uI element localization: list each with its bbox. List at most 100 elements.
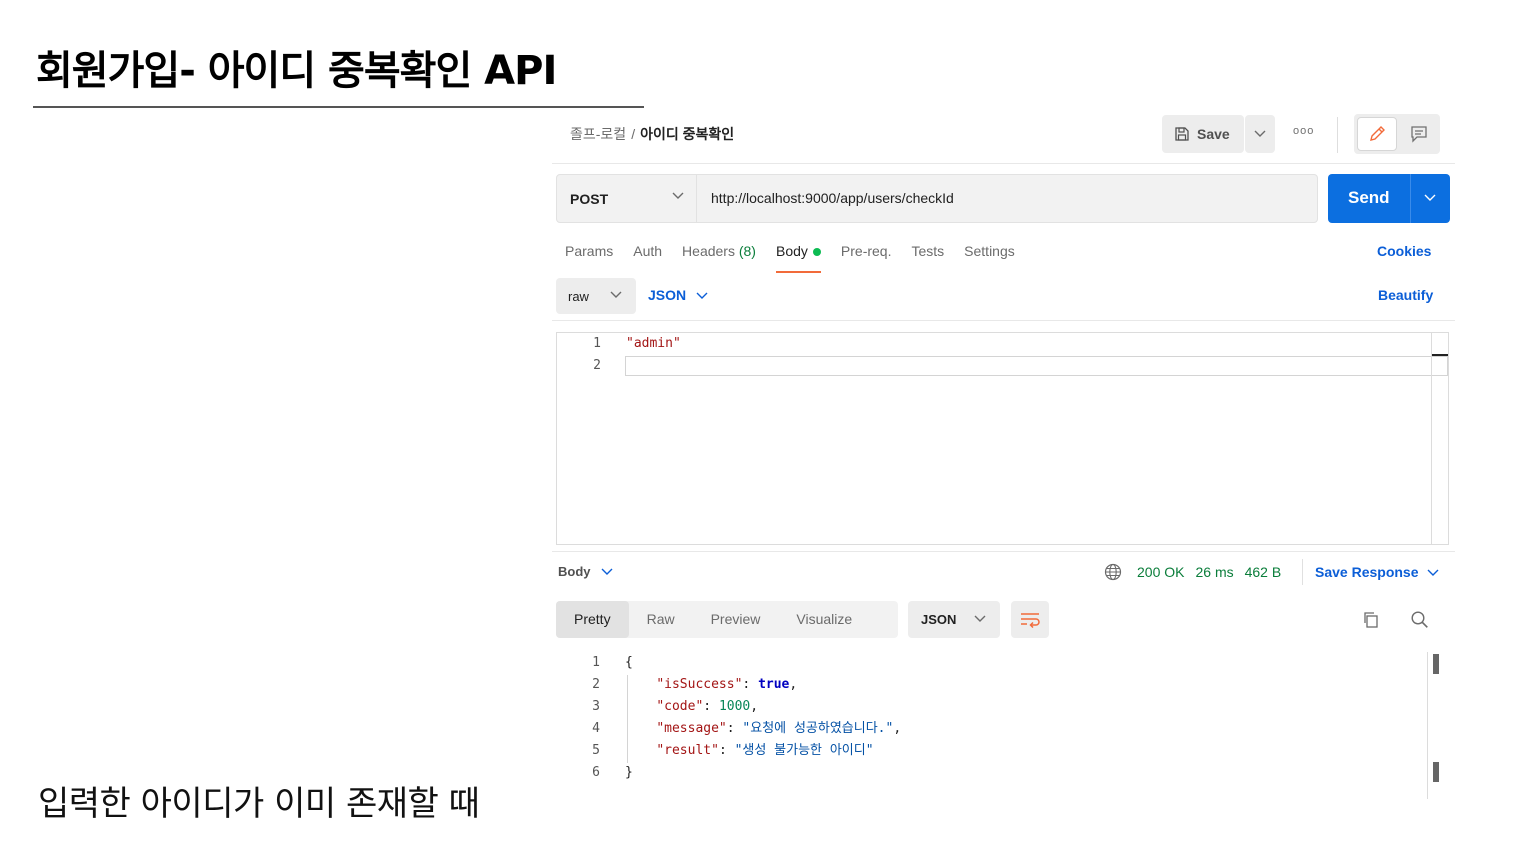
response-body-select[interactable]: Body [558, 564, 613, 579]
tab-settings[interactable]: Settings [964, 243, 1015, 267]
slide-title: 회원가입- 아이디 중복확인 API [36, 48, 557, 94]
edit-mode-button[interactable] [1357, 117, 1397, 151]
line-number: 2 [592, 677, 600, 692]
json-value: true [758, 677, 790, 692]
response-size[interactable]: 462 B [1245, 564, 1282, 580]
body-language-select[interactable]: JSON [648, 287, 708, 303]
comment-icon [1411, 126, 1427, 143]
line-content: } [625, 765, 633, 780]
more-icon[interactable]: ooo [1293, 125, 1314, 137]
send-button[interactable]: Send [1328, 174, 1450, 223]
response-line: 2 "isSuccess": true, [556, 674, 1449, 696]
tab-preview[interactable]: Preview [693, 601, 779, 638]
divider [552, 163, 1455, 164]
tab-pretty[interactable]: Pretty [556, 601, 629, 638]
scrollbar-thumb[interactable] [1433, 654, 1439, 674]
body-indicator-dot [812, 248, 821, 257]
tab-tests[interactable]: Tests [911, 243, 944, 267]
line-content: "message": "요청에 성공하였습니다.", [625, 718, 901, 740]
chevron-down-icon [1427, 569, 1438, 576]
line-number: 6 [592, 765, 600, 780]
response-view-tabs: Pretty Raw Preview Visualize [556, 601, 898, 638]
scrollbar-thumb[interactable] [1433, 762, 1439, 782]
save-response-button[interactable]: Save Response [1315, 564, 1439, 580]
wrap-lines-button[interactable] [1011, 601, 1049, 638]
tab-visualize[interactable]: Visualize [778, 601, 870, 638]
divider [1410, 174, 1411, 223]
response-line: 6 } [556, 762, 1449, 784]
line-number: 4 [592, 721, 600, 736]
json-comma: , [750, 699, 759, 714]
chevron-down-icon [696, 292, 708, 299]
tab-auth[interactable]: Auth [633, 243, 662, 267]
response-format-select[interactable]: JSON [908, 601, 1000, 638]
request-name[interactable]: 아이디 중복확인 [640, 126, 734, 142]
line-content: "admin" [626, 336, 681, 351]
json-separator: : [703, 699, 719, 714]
save-response-label: Save Response [1315, 564, 1419, 580]
divider [552, 320, 1455, 321]
postman-window: 졸프-로컬 / 아이디 중복확인 Save ooo POST http://loca… [552, 112, 1455, 802]
response-body-viewer[interactable]: 1 { 2 "isSuccess": true, 3 "code": 1000,… [556, 652, 1449, 802]
json-separator: : [718, 743, 735, 758]
json-comma: , [789, 677, 798, 692]
title-underline [33, 106, 644, 108]
send-label: Send [1348, 188, 1390, 207]
request-tabs: Params Auth Headers (8) Body Pre-req. Te… [565, 243, 1035, 273]
chevron-down-icon [974, 615, 986, 622]
chevron-down-icon[interactable] [1424, 194, 1436, 202]
response-status: 200 OK 26 ms 462 B [1137, 564, 1292, 580]
wrap-lines-icon [1021, 612, 1040, 628]
slide-caption: 입력한 아이디가 이미 존재할 때 [38, 784, 480, 824]
method-label: POST [570, 190, 609, 207]
line-content: "code": 1000, [625, 696, 758, 718]
view-mode-toggle [1354, 114, 1440, 154]
globe-icon[interactable] [1104, 563, 1122, 581]
response-line: 5 "result": "생성 불가능한 아이디" [556, 740, 1449, 762]
json-value: "요청에 성공하였습니다." [742, 721, 894, 736]
comments-button[interactable] [1400, 117, 1438, 151]
tab-body[interactable]: Body [775, 243, 821, 273]
breadcrumb-collection[interactable]: 졸프-로컬 [570, 126, 626, 142]
request-body-editor[interactable]: 1 "admin" 2 [556, 332, 1449, 545]
response-time[interactable]: 26 ms [1195, 564, 1233, 580]
line-content: "isSuccess": true, [625, 674, 797, 696]
chevron-down-icon [610, 291, 622, 298]
line-number: 2 [593, 358, 601, 373]
editor-scrollbar[interactable] [1431, 333, 1448, 544]
response-scrollbar[interactable] [1427, 652, 1445, 799]
search-icon[interactable] [1410, 610, 1429, 629]
tab-raw[interactable]: Raw [629, 601, 693, 638]
scrollbar-marker [1432, 354, 1448, 356]
divider [1337, 117, 1338, 153]
cookies-link[interactable]: Cookies [1377, 243, 1431, 259]
url-input[interactable]: http://localhost:9000/app/users/checkId [711, 190, 954, 206]
tab-params[interactable]: Params [565, 243, 613, 267]
response-format-label: JSON [921, 612, 957, 627]
copy-icon[interactable] [1362, 611, 1380, 629]
tab-body-label: Body [775, 243, 808, 259]
json-value: "생성 불가능한 아이디" [734, 743, 874, 758]
json-key: "message" [656, 721, 727, 736]
tab-headers[interactable]: Headers (8) [682, 243, 756, 267]
body-mode-select[interactable]: raw [556, 278, 636, 314]
tab-prereq[interactable]: Pre-req. [841, 243, 892, 267]
json-comma: , [893, 721, 902, 736]
line-number: 5 [592, 743, 600, 758]
line-number: 1 [592, 655, 600, 670]
chevron-down-icon [601, 568, 612, 575]
json-key: "result" [656, 743, 719, 758]
tab-headers-label: Headers [682, 243, 735, 259]
body-mode-label: raw [568, 288, 589, 304]
save-options-button[interactable] [1245, 115, 1275, 153]
divider [1302, 559, 1303, 585]
json-separator: : [726, 721, 743, 736]
cursor-line-highlight [625, 356, 1448, 376]
body-language-label: JSON [648, 287, 687, 303]
save-button[interactable]: Save [1162, 115, 1244, 153]
status-code[interactable]: 200 OK [1137, 564, 1184, 580]
line-content: { [625, 655, 633, 670]
beautify-link[interactable]: Beautify [1378, 287, 1433, 303]
headers-count: (8) [738, 243, 756, 259]
method-select[interactable]: POST [557, 175, 697, 222]
